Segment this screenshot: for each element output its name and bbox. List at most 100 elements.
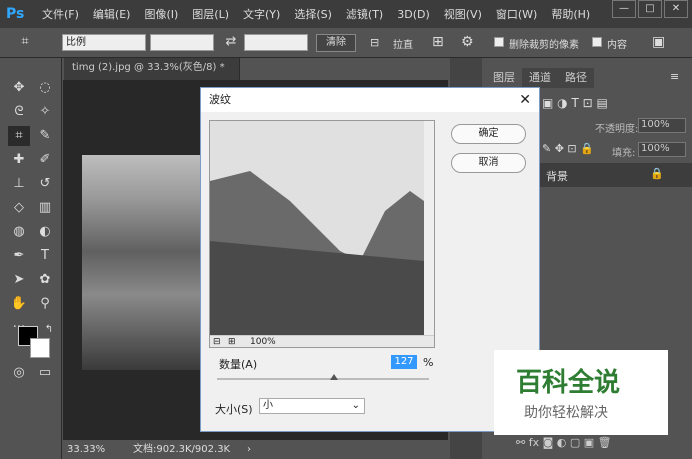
amount-unit: %	[423, 356, 434, 369]
zoom-out-icon[interactable]: ⊟	[213, 337, 221, 347]
gradient-icon[interactable]: ▥	[34, 198, 56, 218]
fill-label: 填充:	[612, 148, 636, 159]
minimize-button[interactable]: —	[612, 0, 636, 18]
history-brush-icon[interactable]: ↺	[34, 174, 56, 194]
hand-icon[interactable]: ✋	[8, 294, 30, 314]
layer-bottom-icons[interactable]: ⚯ fx ◙ ◐ ▢ ▣ 🗑	[516, 436, 612, 449]
opacity-label: 不透明度:	[595, 124, 639, 135]
menu-help[interactable]: 帮助(H)	[551, 6, 590, 22]
size-label: 大小(S)	[215, 403, 253, 416]
eyedropper-icon[interactable]: ✎	[34, 126, 56, 146]
status-arrow-icon[interactable]: ›	[247, 440, 251, 459]
options-bar: ⌗ 比例 ⇄ 清除 ⊟ 拉直 ⊞ ⚙ 删除裁剪的像素 内容 ▣	[0, 28, 692, 58]
workspace-icon[interactable]: ▣	[652, 34, 665, 50]
document-image	[82, 155, 202, 370]
swap-icon[interactable]: ⇄	[220, 32, 242, 52]
blur-icon[interactable]: ◍	[8, 222, 30, 242]
content-aware-label: 内容	[607, 40, 627, 51]
layer-filter-icons[interactable]: ▣ ◑ T ⊡ ▤	[542, 96, 608, 110]
cancel-button[interactable]: 取消	[451, 153, 526, 173]
marquee-tool-icon[interactable]: ◌	[34, 78, 56, 98]
stamp-icon[interactable]: ⊥	[8, 174, 30, 194]
gear-icon[interactable]: ⚙	[461, 34, 474, 50]
straighten-label[interactable]: 拉直	[393, 36, 413, 51]
watermark: 百科全说 助你轻松解决	[494, 350, 668, 435]
zoom-tool-icon[interactable]: ⚲	[34, 294, 56, 314]
ok-button[interactable]: 确定	[451, 124, 526, 144]
background-color-swatch[interactable]	[30, 338, 50, 358]
status-bar: 33.33% 文档:902.3K/902.3K ›	[63, 440, 448, 459]
magic-wand-icon[interactable]: ✧	[34, 102, 56, 122]
delete-crop-checkbox[interactable]	[494, 37, 504, 47]
clear-button[interactable]: 清除	[316, 34, 356, 52]
width-field[interactable]	[150, 34, 214, 51]
maximize-button[interactable]: □	[638, 0, 662, 18]
tab-paths[interactable]: 路径	[558, 68, 594, 88]
zoom-level[interactable]: 33.33%	[67, 440, 105, 459]
amount-input[interactable]: 127	[391, 355, 417, 369]
document-tab[interactable]: timg (2).jpg @ 33.3%(灰色/8) * ×	[64, 58, 240, 93]
menu-window[interactable]: 窗口(W)	[496, 6, 537, 22]
preview-zoom-value: 100%	[250, 337, 276, 347]
tab-layers[interactable]: 图层	[486, 68, 522, 88]
content-aware-checkbox[interactable]	[592, 37, 602, 47]
quick-mask-icon[interactable]: ◎	[8, 363, 30, 383]
pen-icon[interactable]: ✒	[8, 246, 30, 266]
straighten-icon[interactable]: ⊟	[370, 36, 379, 49]
menu-layer[interactable]: 图层(L)	[192, 6, 229, 22]
ripple-dialog: 波纹 ✕ ⊟ ⊞ 100% 确定 取消 数量(A) 127 % 大小(S) 小 …	[200, 87, 540, 432]
opacity-field[interactable]: 100%	[638, 118, 686, 133]
preview-vscroll[interactable]	[424, 121, 434, 335]
menu-select[interactable]: 选择(S)	[294, 6, 332, 22]
tab-channels[interactable]: 通道	[522, 68, 558, 88]
swap-colors-icon[interactable]: ↰	[38, 320, 60, 340]
layer-row[interactable]: 背景 🔒	[540, 163, 692, 187]
size-select[interactable]: 小 ⌄	[259, 398, 365, 414]
menu-type[interactable]: 文字(Y)	[243, 6, 280, 22]
dodge-icon[interactable]: ◐	[34, 222, 56, 242]
screen-mode-icon[interactable]: ▭	[34, 363, 56, 383]
menu-3d[interactable]: 3D(D)	[397, 8, 430, 21]
filter-preview[interactable]: ⊟ ⊞ 100%	[209, 120, 435, 348]
ratio-select[interactable]: 比例	[62, 34, 146, 51]
height-field[interactable]	[244, 34, 308, 51]
type-tool-icon[interactable]: T	[34, 246, 56, 266]
menu-view[interactable]: 视图(V)	[444, 6, 482, 22]
amount-slider-thumb[interactable]	[329, 374, 338, 380]
healing-brush-icon[interactable]: ✚	[8, 150, 30, 170]
lock-icons[interactable]: ✎ ✥ ⊡ 🔒	[542, 142, 594, 155]
crop-icon[interactable]: ⌗	[14, 32, 36, 52]
lasso-tool-icon[interactable]: ᘓ	[8, 102, 30, 122]
panel-menu-icon[interactable]: ≡	[670, 70, 679, 83]
menu-edit[interactable]: 编辑(E)	[93, 6, 131, 22]
photoshop-logo: Ps	[6, 6, 25, 22]
preview-image	[210, 121, 424, 335]
tools-panel: ✥ ◌ ᘓ ✧ ⌗ ✎ ✚ ✐ ⊥ ↺ ◇ ▥ ◍ ◐ ✒ T ➤ ✿ ✋ ⚲ …	[0, 58, 62, 459]
menu-file[interactable]: 文件(F)	[42, 6, 79, 22]
amount-slider[interactable]	[217, 374, 429, 380]
delete-crop-label: 删除裁剪的像素	[509, 40, 579, 51]
crop-tool-icon[interactable]: ⌗	[8, 126, 30, 146]
fill-field[interactable]: 100%	[638, 142, 686, 157]
menu-filter[interactable]: 滤镜(T)	[346, 6, 383, 22]
eraser-icon[interactable]: ◇	[8, 198, 30, 218]
lock-icon: 🔒	[650, 167, 664, 180]
shape-tool-icon[interactable]: ✿	[34, 270, 56, 290]
doc-info: 文档:902.3K/902.3K	[133, 444, 231, 455]
dialog-title: 波纹	[209, 93, 231, 106]
path-selection-icon[interactable]: ➤	[8, 270, 30, 290]
document-tab-title: timg (2).jpg @ 33.3%(灰色/8) *	[72, 62, 225, 73]
zoom-in-icon[interactable]: ⊞	[228, 337, 236, 347]
menu-image[interactable]: 图像(I)	[144, 6, 178, 22]
layer-name: 背景	[546, 170, 568, 183]
size-select-value: 小	[263, 400, 273, 411]
menu-bar: Ps 文件(F) 编辑(E) 图像(I) 图层(L) 文字(Y) 选择(S) 滤…	[0, 0, 692, 28]
move-tool-icon[interactable]: ✥	[8, 78, 30, 98]
brush-icon[interactable]: ✐	[34, 150, 56, 170]
watermark-brand: 百科全说	[516, 368, 621, 398]
grid-overlay-icon[interactable]: ⊞	[432, 34, 444, 50]
watermark-tagline: 助你轻松解决	[524, 405, 608, 421]
close-button[interactable]: ✕	[664, 0, 688, 18]
dialog-close-icon[interactable]: ✕	[519, 88, 531, 112]
chevron-down-icon: ⌄	[351, 400, 360, 411]
